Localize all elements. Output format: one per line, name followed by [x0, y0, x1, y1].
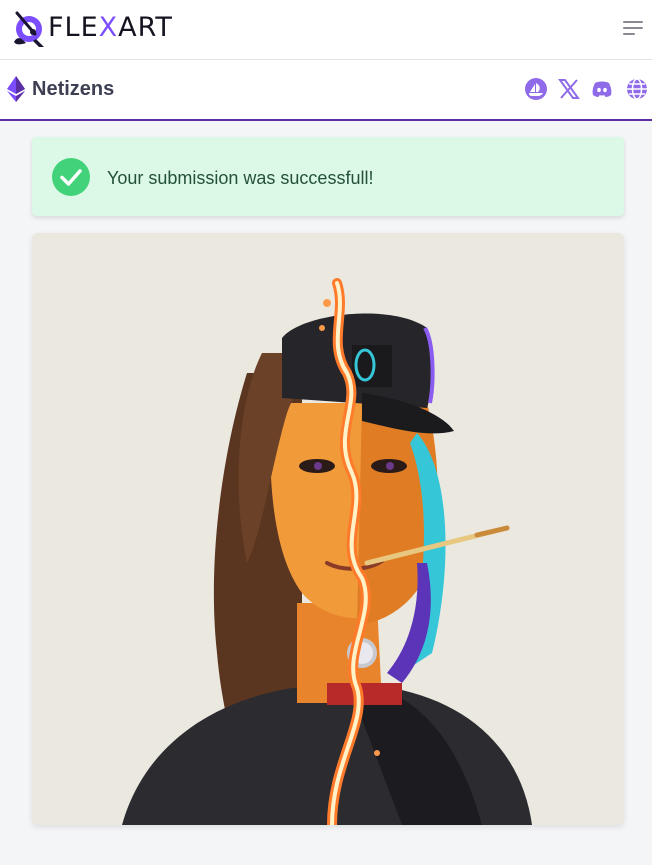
globe-icon[interactable]: [625, 77, 649, 101]
x-icon[interactable]: [557, 77, 581, 101]
top-bar: FLEXART: [0, 0, 652, 60]
discord-icon[interactable]: [590, 77, 614, 101]
opensea-icon[interactable]: [524, 77, 548, 101]
collection-name: Netizens: [32, 78, 115, 100]
collection-header: Netizens: [0, 60, 652, 121]
flexart-logo-icon: [14, 11, 44, 47]
flexart-logo[interactable]: FLEXART: [8, 9, 173, 47]
check-circle-icon: [52, 158, 90, 196]
menu-button[interactable]: [623, 18, 647, 40]
alert-message: Your submission was successfull!: [107, 168, 374, 188]
ethereum-icon: [7, 76, 25, 102]
nft-image-card: [32, 233, 624, 825]
nft-artwork: [122, 278, 532, 825]
hamburger-icon: [623, 21, 643, 23]
success-alert: Your submission was successfull!: [32, 137, 624, 216]
logo-text: FLEXART: [48, 12, 173, 43]
